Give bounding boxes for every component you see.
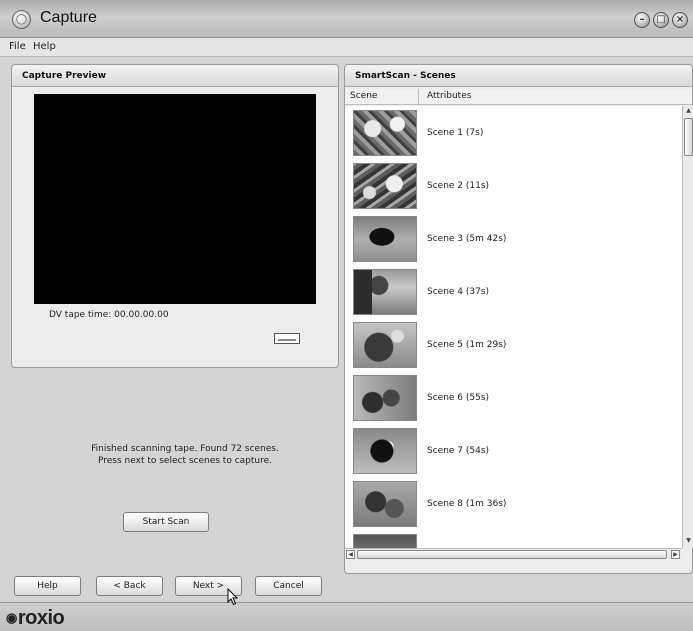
roxio-logo: ◉roxio: [6, 607, 65, 630]
scene-label: Scene 2 (11s): [427, 181, 490, 191]
scene-label: Scene 1 (7s): [427, 128, 484, 138]
tape-icon: [274, 333, 300, 344]
column-divider[interactable]: [418, 89, 419, 105]
scene-label: Scene 4 (37s): [427, 287, 490, 297]
scan-status: Finished scanning tape. Found 72 scenes.…: [20, 443, 350, 467]
column-attributes[interactable]: Attributes: [427, 91, 471, 101]
column-scene[interactable]: Scene: [350, 91, 377, 101]
scene-list-header: Scene Attributes: [345, 89, 692, 105]
scan-status-line-2: Press next to select scenes to capture.: [97, 456, 272, 466]
scene-thumbnail: [353, 534, 417, 548]
scene-row[interactable]: [345, 530, 682, 548]
scene-list: Scene 1 (7s) Scene 2 (11s) Scene 3 (5m 4…: [345, 106, 682, 548]
menu-help[interactable]: Help: [33, 41, 56, 52]
scene-row[interactable]: Scene 4 (37s): [345, 265, 682, 318]
tape-time-label: DV tape time: 00.00.00.00: [49, 310, 169, 320]
scene-label: Scene 7 (54s): [427, 446, 490, 456]
scroll-up-icon[interactable]: ▲: [684, 107, 693, 116]
horizontal-scroll-thumb[interactable]: [357, 550, 667, 559]
mouse-cursor-icon: [227, 588, 239, 606]
scene-thumbnail: [353, 269, 417, 315]
logo-drop-icon: ◉: [6, 610, 17, 625]
scene-row[interactable]: Scene 5 (1m 29s): [345, 318, 682, 371]
close-button[interactable]: ×: [672, 12, 688, 28]
cancel-button[interactable]: Cancel: [255, 576, 322, 596]
scene-row[interactable]: Scene 3 (5m 42s): [345, 212, 682, 265]
scene-row[interactable]: Scene 7 (54s): [345, 424, 682, 477]
video-preview: [34, 94, 316, 304]
scan-status-line-1: Finished scanning tape. Found 72 scenes.: [91, 444, 279, 454]
scene-label: Scene 5 (1m 29s): [427, 340, 507, 350]
scene-row[interactable]: Scene 8 (1m 36s): [345, 477, 682, 530]
scene-label: Scene 8 (1m 36s): [427, 499, 507, 509]
scene-row[interactable]: Scene 2 (11s): [345, 159, 682, 212]
menu-bar: File Help: [0, 38, 693, 57]
scene-label: Scene 3 (5m 42s): [427, 234, 507, 244]
scene-thumbnail: [353, 163, 417, 209]
minimize-button[interactable]: –: [634, 12, 650, 28]
scroll-left-icon[interactable]: ◀: [346, 550, 355, 559]
scroll-thumb[interactable]: [684, 118, 693, 156]
window-title: Capture: [40, 9, 97, 26]
menu-file[interactable]: File: [9, 41, 26, 52]
scroll-down-icon[interactable]: ▼: [684, 537, 693, 546]
scene-thumbnail: [353, 481, 417, 527]
scene-thumbnail: [353, 322, 417, 368]
logo-text: roxio: [17, 607, 65, 629]
scene-thumbnail: [353, 428, 417, 474]
scene-row[interactable]: Scene 6 (55s): [345, 371, 682, 424]
help-button[interactable]: Help: [14, 576, 81, 596]
title-bar: ◯ Capture – □ ×: [0, 0, 693, 38]
scene-thumbnail: [353, 216, 417, 262]
scene-list-vertical-scrollbar[interactable]: ▲ ▼: [682, 106, 693, 548]
scene-label: Scene 6 (55s): [427, 393, 490, 403]
scene-row[interactable]: Scene 1 (7s): [345, 106, 682, 159]
bottom-bar: ◉roxio: [0, 602, 693, 631]
app-icon: ◯: [12, 10, 31, 29]
start-scan-button[interactable]: Start Scan: [123, 512, 209, 532]
back-button[interactable]: < Back: [96, 576, 163, 596]
smartscan-header: SmartScan - Scenes: [345, 65, 692, 87]
scene-thumbnail: [353, 110, 417, 156]
maximize-button[interactable]: □: [653, 12, 669, 28]
scene-thumbnail: [353, 375, 417, 421]
scroll-right-icon[interactable]: ▶: [671, 550, 680, 559]
scene-list-horizontal-scrollbar[interactable]: ◀ ▶: [345, 548, 682, 559]
capture-preview-header: Capture Preview: [12, 65, 338, 87]
